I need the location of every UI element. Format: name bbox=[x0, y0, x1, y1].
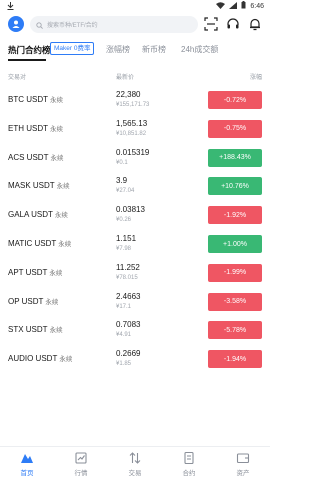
market-row[interactable]: OP USDT 永续 2.4663 ¥17.1 -3.58% bbox=[0, 290, 270, 319]
last-price: 0.2669 bbox=[116, 349, 141, 359]
nav-home[interactable]: 首页 bbox=[0, 451, 54, 477]
nav-trade[interactable]: 交易 bbox=[108, 451, 162, 477]
ranking-tabs: 热门合约榜 Maker 0费率 涨幅榜 新币榜 24h成交额 bbox=[0, 40, 270, 62]
column-header-price: 最新价 bbox=[116, 75, 135, 81]
market-row[interactable]: BTC USDT 永续 22,380 ¥155,171.73 -0.72% bbox=[0, 88, 270, 117]
fiat-price: ¥10,851.82 bbox=[116, 130, 147, 137]
scan-icon[interactable] bbox=[204, 17, 218, 31]
change-badge[interactable]: +188.43% bbox=[208, 148, 262, 167]
column-header-change: 涨幅 bbox=[249, 75, 262, 81]
nav-assets[interactable]: 资产 bbox=[216, 451, 270, 477]
last-price: 0.7083 bbox=[116, 320, 141, 330]
change-badge[interactable]: +1.00% bbox=[208, 235, 262, 253]
last-price: 11.252 bbox=[116, 262, 140, 272]
support-headset-icon[interactable] bbox=[226, 17, 240, 31]
wallet-icon bbox=[236, 451, 250, 465]
pair-name: MASK USDT 永续 bbox=[8, 181, 70, 191]
pair-name: ACS USDT 永续 bbox=[8, 152, 64, 162]
change-badge[interactable]: -1.99% bbox=[208, 263, 262, 282]
clock: 6:46 bbox=[250, 2, 264, 10]
fiat-price: ¥0.1 bbox=[116, 159, 128, 166]
market-icon bbox=[74, 451, 88, 465]
market-row[interactable]: MASK USDT 永续 3.9 ¥27.04 +10.76% bbox=[0, 174, 270, 203]
signal-icon bbox=[229, 1, 238, 11]
search-placeholder: 搜索币种/ETF/合约 bbox=[47, 23, 98, 29]
active-tab-indicator bbox=[8, 59, 46, 61]
market-row[interactable]: GALA USDT 永续 0.03813 ¥0.26 -1.92% bbox=[0, 203, 270, 232]
fiat-price: ¥155,171.73 bbox=[116, 102, 150, 108]
last-price: 0.015319 bbox=[116, 147, 150, 157]
wifi-icon bbox=[216, 1, 226, 11]
pair-name: AUDIO USDT 永续 bbox=[8, 354, 73, 364]
fiat-price: ¥7.98 bbox=[116, 246, 132, 252]
last-price: 1.151 bbox=[116, 234, 137, 243]
fiat-price: ¥1.85 bbox=[116, 361, 132, 368]
futures-icon bbox=[182, 451, 196, 465]
market-row[interactable]: ACS USDT 永续 0.015319 ¥0.1 +188.43% bbox=[0, 146, 270, 175]
pair-name: GALA USDT 永续 bbox=[8, 210, 68, 220]
last-price: 0.03813 bbox=[116, 205, 145, 215]
fiat-price: ¥78.015 bbox=[116, 274, 138, 281]
market-row[interactable]: ETH USDT 永续 1,565.13 ¥10,851.82 -0.75% bbox=[0, 117, 270, 146]
tab-gainers[interactable]: 涨幅榜 bbox=[106, 44, 130, 55]
nav-futures[interactable]: 合约 bbox=[162, 451, 216, 477]
fiat-price: ¥0.26 bbox=[116, 217, 132, 224]
fiat-price: ¥17.1 bbox=[116, 303, 132, 310]
bottom-nav: 首页 行情 交易 合约 资产 bbox=[0, 446, 270, 480]
notification-bell-icon[interactable] bbox=[248, 17, 262, 31]
pair-name: STX USDT 永续 bbox=[8, 325, 63, 335]
pair-name: APT USDT 永续 bbox=[8, 267, 63, 277]
avatar[interactable] bbox=[8, 16, 24, 32]
tab-24h-volume[interactable]: 24h成交额 bbox=[181, 44, 218, 55]
change-badge[interactable]: -0.72% bbox=[208, 91, 262, 109]
market-row[interactable]: APT USDT 永续 11.252 ¥78.015 -1.99% bbox=[0, 261, 270, 290]
home-icon bbox=[20, 451, 34, 465]
fiat-price: ¥27.04 bbox=[116, 188, 135, 195]
pair-name: MATIC USDT 永续 bbox=[8, 239, 72, 248]
last-price: 2.4663 bbox=[116, 291, 141, 301]
tab-hot-futures[interactable]: 热门合约榜 bbox=[8, 44, 51, 56]
pair-name: ETH USDT 永续 bbox=[8, 123, 63, 133]
change-badge[interactable]: +10.76% bbox=[208, 177, 262, 196]
download-icon bbox=[7, 2, 14, 12]
change-badge[interactable]: -5.78% bbox=[208, 321, 262, 340]
trade-icon bbox=[128, 451, 142, 465]
pair-name: OP USDT 永续 bbox=[8, 296, 59, 306]
market-row[interactable]: MATIC USDT 永续 1.151 ¥7.98 +1.00% bbox=[0, 232, 270, 261]
pair-name: BTC USDT 永续 bbox=[8, 95, 63, 104]
fiat-price: ¥4.91 bbox=[116, 332, 132, 339]
nav-market[interactable]: 行情 bbox=[54, 451, 108, 477]
status-bar: 6:46 bbox=[0, 0, 270, 12]
change-badge[interactable]: -3.58% bbox=[208, 292, 262, 311]
last-price: 1,565.13 bbox=[116, 118, 148, 128]
last-price: 3.9 bbox=[116, 176, 128, 186]
tab-new-coins[interactable]: 新币榜 bbox=[142, 44, 166, 55]
change-badge[interactable]: -0.75% bbox=[208, 119, 262, 138]
change-badge[interactable]: -1.92% bbox=[208, 206, 262, 225]
column-header-pair: 交易对 bbox=[8, 75, 27, 81]
last-price: 22,380 bbox=[116, 90, 141, 99]
maker-fee-badge[interactable]: Maker 0费率 bbox=[50, 42, 95, 55]
market-row[interactable]: STX USDT 永续 0.7083 ¥4.91 -5.78% bbox=[0, 318, 270, 347]
search-icon bbox=[36, 16, 43, 34]
battery-icon bbox=[241, 1, 246, 11]
change-badge[interactable]: -1.94% bbox=[208, 350, 262, 369]
top-bar: 搜索币种/ETF/合约 bbox=[0, 14, 270, 36]
search-input[interactable]: 搜索币种/ETF/合约 bbox=[30, 16, 198, 33]
market-row[interactable]: AUDIO USDT 永续 0.2669 ¥1.85 -1.94% bbox=[0, 347, 270, 376]
